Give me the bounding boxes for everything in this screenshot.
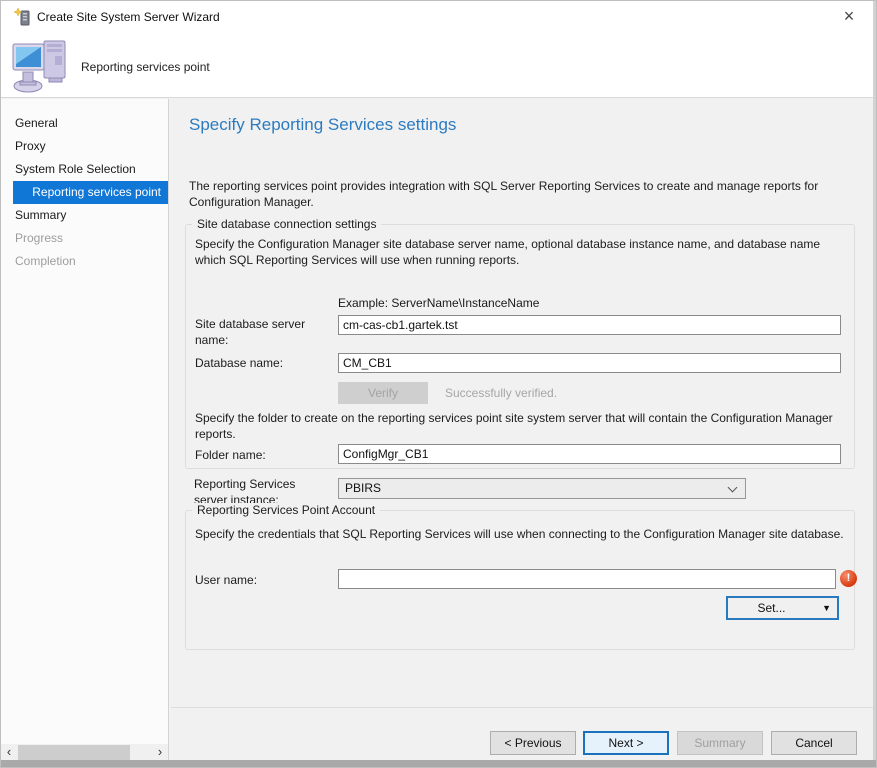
nav-item-proxy[interactable]: Proxy bbox=[1, 135, 168, 158]
group-title: Site database connection settings bbox=[192, 217, 381, 231]
folder-name-label: Folder name: bbox=[195, 448, 330, 464]
reporting-services-instance-select[interactable]: PBIRS bbox=[338, 478, 746, 499]
previous-button[interactable]: < Previous bbox=[490, 731, 576, 755]
folder-description: Specify the folder to create on the repo… bbox=[195, 411, 847, 443]
server-name-example: Example: ServerName\InstanceName bbox=[338, 296, 539, 310]
dropdown-arrow-icon: ▼ bbox=[822, 603, 831, 613]
group-title: Reporting Services Point Account bbox=[192, 503, 380, 517]
account-group-description: Specify the credentials that SQL Reporti… bbox=[195, 527, 845, 543]
close-icon[interactable]: × bbox=[828, 1, 870, 33]
page-intro-text: The reporting services point provides in… bbox=[189, 179, 865, 211]
server-name-label: Site database server name: bbox=[195, 317, 330, 348]
wizard-window: Create Site System Server Wizard × Repor… bbox=[0, 0, 877, 768]
nav-item-general[interactable]: General bbox=[1, 112, 168, 135]
folder-name-input[interactable] bbox=[338, 444, 841, 464]
page-title: Specify Reporting Services settings bbox=[189, 115, 456, 135]
nav-item-system-role-selection[interactable]: System Role Selection bbox=[1, 158, 168, 181]
sidebar-horizontal-scrollbar[interactable]: ‹ › bbox=[1, 744, 168, 761]
scroll-right-icon[interactable]: › bbox=[152, 744, 168, 761]
nav-item-summary[interactable]: Summary bbox=[1, 204, 168, 227]
scrollbar-thumb[interactable] bbox=[18, 745, 130, 760]
set-account-button[interactable]: Set... ▼ bbox=[726, 596, 839, 620]
username-input[interactable] bbox=[338, 569, 836, 589]
database-name-label: Database name: bbox=[195, 356, 330, 372]
group-site-database-connection: Site database connection settings Specif… bbox=[185, 224, 855, 469]
wizard-banner: Reporting services point bbox=[1, 33, 877, 98]
computer-icon bbox=[11, 36, 73, 97]
nav-item-completion: Completion bbox=[1, 250, 168, 273]
cancel-button[interactable]: Cancel bbox=[771, 731, 857, 755]
instance-selected-value: PBIRS bbox=[345, 479, 381, 498]
wizard-page-content: Specify Reporting Services settings The … bbox=[169, 99, 877, 762]
wizard-nav-sidebar: General Proxy System Role Selection Repo… bbox=[1, 99, 169, 762]
verify-status-text: Successfully verified. bbox=[445, 386, 557, 400]
banner-title: Reporting services point bbox=[81, 60, 210, 74]
chevron-down-icon bbox=[728, 483, 738, 493]
title-bar: Create Site System Server Wizard × bbox=[1, 1, 877, 33]
scroll-left-icon[interactable]: ‹ bbox=[1, 744, 17, 761]
nav-item-progress: Progress bbox=[1, 227, 168, 250]
footer-divider bbox=[171, 707, 876, 708]
db-group-description: Specify the Configuration Manager site d… bbox=[195, 237, 837, 269]
window-right-edge bbox=[873, 1, 876, 768]
window-bottom-edge bbox=[1, 760, 877, 767]
database-name-input[interactable] bbox=[338, 353, 841, 373]
nav-item-reporting-services-point[interactable]: Reporting services point bbox=[13, 181, 168, 204]
group-reporting-services-point-account: Reporting Services Point Account Specify… bbox=[185, 510, 855, 650]
next-button[interactable]: Next > bbox=[583, 731, 669, 755]
window-title: Create Site System Server Wizard bbox=[37, 1, 220, 33]
site-database-server-input[interactable] bbox=[338, 315, 841, 335]
error-icon: ! bbox=[840, 570, 857, 587]
summary-button: Summary bbox=[677, 731, 763, 755]
verify-button: Verify bbox=[338, 382, 428, 404]
set-button-label: Set... bbox=[728, 601, 815, 615]
wizard-app-icon bbox=[14, 8, 32, 26]
username-label: User name: bbox=[195, 573, 330, 589]
